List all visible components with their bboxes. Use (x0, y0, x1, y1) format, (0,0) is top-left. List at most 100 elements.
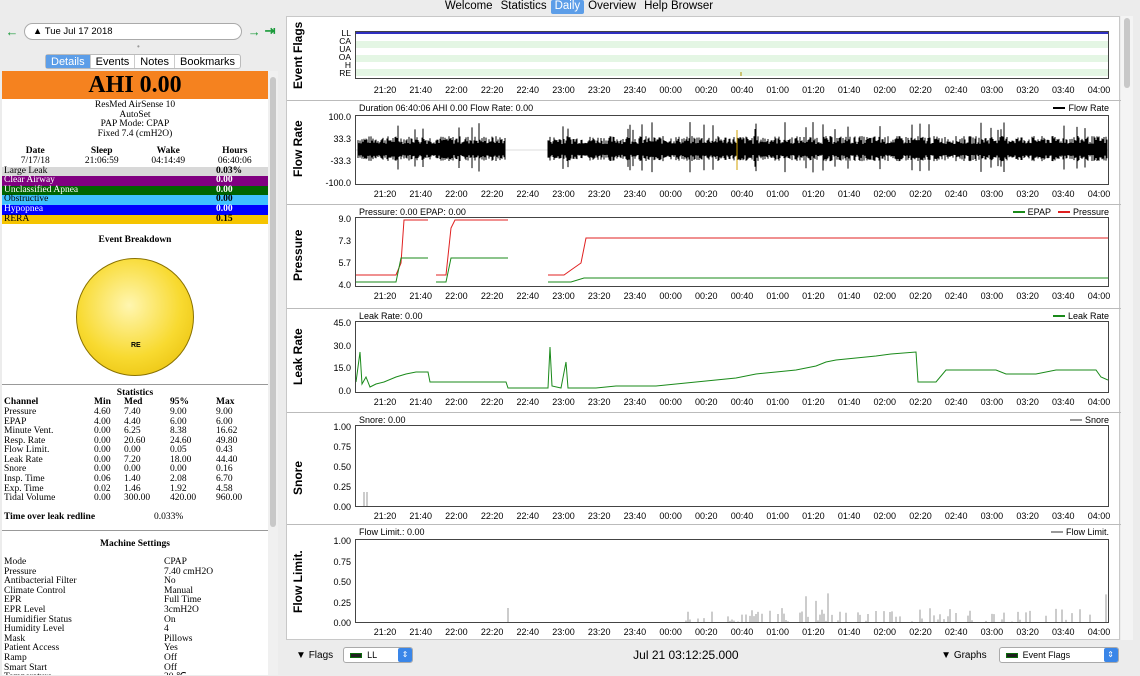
event-flags-svg (356, 32, 1108, 76)
x-tick-label: 01:20 (802, 85, 825, 95)
graph-header: Snore: 0.00 (359, 415, 406, 425)
flag-swatch (350, 652, 363, 658)
x-tick-label: 01:00 (766, 627, 789, 637)
x-axis: 21:20 21:40 22:00 22:20 22:40 23:00 23:20 23:40… (355, 291, 1111, 303)
y-tick-label: 0.0 (338, 386, 351, 396)
event-flags-graph[interactable]: Event Flags LL CA UA OA H RE 21:20 21:40 22:00 2… (287, 17, 1121, 101)
flags-toggle[interactable]: ▼ Flags (296, 650, 333, 661)
tab-welcome[interactable]: Welcome (441, 0, 497, 14)
arrow-left-icon[interactable]: ← (4, 24, 20, 39)
legend-swatch (1052, 315, 1065, 317)
x-tick-label: 21:20 (373, 85, 397, 95)
tab-notes[interactable]: Notes (135, 55, 176, 68)
x-tick-label: 23:40 (623, 189, 647, 199)
y-tick-label: 7.3 (338, 236, 351, 246)
snore-plot[interactable] (355, 425, 1109, 507)
date-navigation: ← ▲ Tue Jul 17 2018 → ⇥ (4, 22, 278, 40)
flow-limit-graph[interactable]: Flow Limit. Flow Limit.: 0.00 Flow Limit… (287, 525, 1121, 641)
flow-limit-plot[interactable] (355, 539, 1109, 623)
x-tick-label: 23:20 (587, 397, 611, 407)
y-tick-label: 0.75 (333, 556, 351, 567)
y-tick-label: 9.0 (338, 214, 351, 224)
legend-label: Flow Rate (1068, 103, 1109, 113)
arrow-right-icon[interactable]: → (246, 24, 262, 39)
setting-name: Climate Control (4, 585, 66, 596)
y-tick-label: 33.3 (333, 134, 351, 144)
x-tick-label: 23:40 (623, 627, 647, 637)
pressure-graph[interactable]: Pressure Pressure: 0.00 EPAP: 0.00 EPAP … (287, 205, 1121, 309)
leak-rate-svg (355, 346, 1109, 389)
x-tick-label: 03:20 (1016, 397, 1039, 407)
chevron-updown-icon[interactable]: ⇕ (398, 648, 413, 662)
graphs-scrollbar[interactable] (1121, 16, 1133, 640)
date-picker[interactable]: ▲ Tue Jul 17 2018 (23, 22, 243, 40)
pressure-plot[interactable] (355, 217, 1109, 287)
left-pane: ← ▲ Tue Jul 17 2018 → ⇥ •• DetailsEvents… (0, 16, 282, 676)
flags-select[interactable]: LL ⇕ (343, 647, 414, 663)
tab-details[interactable]: Details (46, 55, 91, 68)
x-tick-label: 21:40 (409, 291, 432, 301)
x-tick-label: 02:40 (944, 627, 968, 637)
graph-header: Pressure: 0.00 EPAP: 0.00 (359, 207, 466, 217)
x-tick-label: 03:20 (1016, 291, 1039, 301)
legend-label: Snore (1084, 415, 1109, 425)
scrollbar-thumb[interactable] (1124, 18, 1130, 88)
flags-label: Flags (308, 649, 334, 661)
x-tick-label: 00:00 (659, 291, 682, 301)
y-tick-label: -100.0 (325, 178, 351, 188)
x-tick-label: 01:40 (837, 189, 861, 199)
x-tick-label: 03:00 (980, 189, 1004, 199)
flow-rate-graph[interactable]: Flow Rate Duration 06:40:06 AHI 0.00 Flo… (287, 101, 1121, 205)
x-tick-label: 03:40 (1052, 291, 1075, 301)
tab-help-browser[interactable]: Help Browser (640, 0, 717, 14)
splitter-handle-icon[interactable]: •• (137, 42, 143, 60)
event-breakdown-pie: RE (76, 257, 194, 376)
details-scrollbar[interactable] (268, 71, 278, 675)
tab-daily[interactable]: Daily (550, 0, 585, 14)
x-tick-label: 23:00 (552, 291, 575, 301)
graph-title: Flow Limit. (291, 550, 305, 613)
setting-row: Climate Control Manual (2, 585, 268, 597)
x-tick-label: 01:20 (802, 511, 825, 521)
x-tick-label: 03:20 (1016, 189, 1039, 199)
tab-statistics[interactable]: Statistics (497, 0, 551, 14)
chevron-updown-icon[interactable]: ⇕ (1103, 648, 1118, 662)
graphs-toggle[interactable]: ▼ Graphs (941, 650, 986, 661)
x-tick-label: 03:40 (1052, 397, 1075, 407)
x-tick-label: 02:00 (873, 189, 897, 199)
cursor-datetime: Jul 21 03:12:25.000 (633, 648, 739, 662)
x-tick-label: 01:40 (837, 85, 861, 95)
event-flags-plot[interactable] (355, 31, 1109, 79)
x-tick-label: 01:40 (837, 511, 861, 521)
x-tick-label: 22:20 (480, 397, 504, 407)
x-tick-label: 22:00 (445, 291, 468, 301)
tab-overview[interactable]: Overview (584, 0, 640, 14)
y-tick-label: 15.0 (333, 363, 351, 374)
snore-graph[interactable]: Snore Snore: 0.00 Snore 1.00 0.75 0.50 0.25… (287, 413, 1121, 525)
leak-redline-row: Time over leak redline 0.033% (2, 512, 268, 523)
x-tick-label: 02:20 (909, 627, 932, 637)
leak-rate-plot[interactable] (355, 321, 1109, 393)
graph-title: Flow Rate (291, 120, 305, 177)
setting-value: 30 ℃ (164, 673, 187, 675)
leak-rate-graph[interactable]: Leak Rate Leak Rate: 0.00 Leak Rate 45.0… (287, 309, 1121, 413)
y-tick-label: 30.0 (333, 340, 351, 351)
flow-rate-plot[interactable] (355, 115, 1109, 185)
x-tick-label: 22:20 (480, 85, 504, 95)
arrow-to-end-icon[interactable]: ⇥ (262, 23, 278, 39)
x-tick-label: 22:40 (516, 189, 540, 199)
x-tick-label: 21:40 (409, 627, 432, 637)
graphs-select[interactable]: Event Flags ⇕ (998, 647, 1119, 663)
x-tick-label: 03:40 (1052, 627, 1075, 637)
x-tick-label: 01:00 (766, 291, 789, 301)
x-tick-label: 22:00 (445, 189, 468, 199)
tab-events[interactable]: Events (91, 55, 136, 68)
scrollbar-thumb[interactable] (270, 77, 276, 527)
x-tick-label: 23:40 (623, 397, 647, 407)
x-tick-label: 02:40 (944, 189, 968, 199)
x-tick-label: 03:20 (1016, 85, 1039, 95)
tab-bookmarks[interactable]: Bookmarks (175, 55, 240, 68)
machine-settings-table: Mode CPAP Pressure 7.40 cmH2O Antibacterial … (2, 557, 268, 675)
x-tick-label: 22:40 (516, 627, 540, 637)
x-tick-label: 00:40 (730, 397, 754, 407)
